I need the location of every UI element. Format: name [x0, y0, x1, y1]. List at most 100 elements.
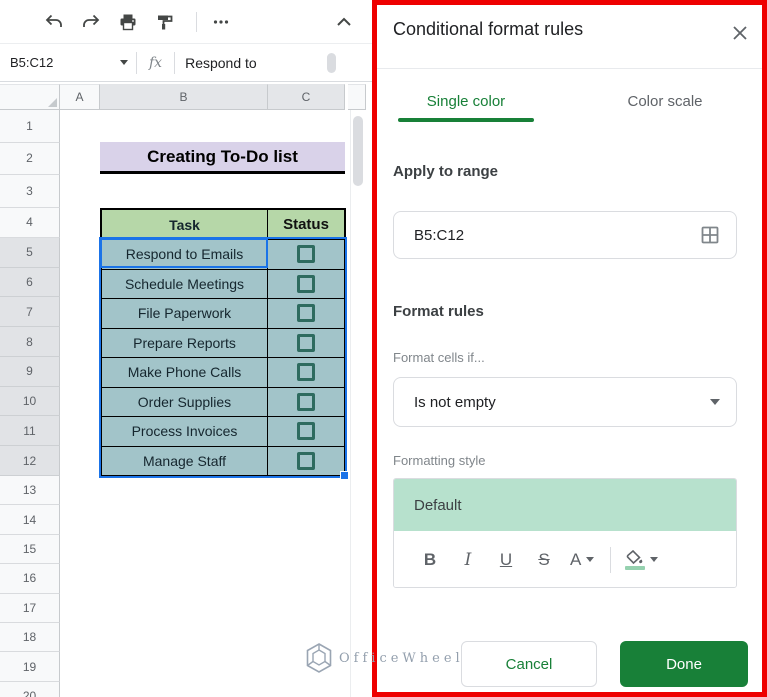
- scrollbar-thumb[interactable]: [353, 116, 363, 186]
- row-header-6[interactable]: 6: [0, 267, 60, 298]
- spreadsheet-area: B5:C12 fx Respond to A B C 1 2 3 4 5 6 7…: [0, 0, 372, 697]
- apply-to-range-label: Apply to range: [393, 163, 499, 180]
- table-row: File Paperwork: [102, 298, 344, 328]
- row-header-20[interactable]: 20: [0, 681, 60, 697]
- redo-icon[interactable]: [79, 10, 103, 34]
- task-cell[interactable]: Prepare Reports: [102, 328, 268, 357]
- row-header-18[interactable]: 18: [0, 622, 60, 653]
- style-preview: Default: [394, 479, 736, 531]
- tab-single-color[interactable]: Single color: [398, 93, 534, 110]
- sheet-vertical-scrollbar[interactable]: [350, 110, 365, 697]
- condition-dropdown[interactable]: Is not empty: [393, 377, 737, 427]
- task-cell[interactable]: Manage Staff: [102, 446, 268, 475]
- column-header-d-sliver[interactable]: [348, 84, 366, 110]
- checkbox-unchecked[interactable]: [297, 274, 315, 293]
- checkbox-unchecked[interactable]: [297, 451, 315, 470]
- close-icon[interactable]: [728, 21, 752, 45]
- table-row: Process Invoices: [102, 416, 344, 446]
- checkbox-unchecked[interactable]: [297, 392, 315, 411]
- more-options-icon[interactable]: [209, 10, 233, 34]
- text-color-glyph: A: [570, 549, 582, 569]
- row-header-14[interactable]: 14: [0, 505, 60, 535]
- task-cell[interactable]: Respond to Emails: [102, 240, 268, 269]
- status-cell: [268, 328, 344, 357]
- row-header-2[interactable]: 2: [0, 142, 60, 176]
- fill-handle[interactable]: [340, 471, 349, 480]
- fill-color-swatch: [625, 565, 646, 570]
- undo-icon[interactable]: [42, 10, 66, 34]
- row-header-13[interactable]: 13: [0, 475, 60, 506]
- name-box-caret-icon[interactable]: [120, 60, 128, 65]
- name-box[interactable]: B5:C12: [0, 44, 136, 81]
- column-header-c[interactable]: C: [268, 84, 345, 110]
- task-cell[interactable]: File Paperwork: [102, 299, 268, 328]
- text-color-button[interactable]: A: [570, 546, 595, 574]
- print-icon[interactable]: [116, 10, 140, 34]
- row-header-5[interactable]: 5: [0, 237, 60, 268]
- row-header-15[interactable]: 15: [0, 534, 60, 565]
- row-header-11[interactable]: 11: [0, 416, 60, 447]
- task-cell[interactable]: Make Phone Calls: [102, 358, 268, 387]
- table-header-row: Task Status: [102, 210, 344, 239]
- active-tab-indicator: [398, 118, 534, 122]
- strikethrough-button[interactable]: S: [532, 546, 556, 574]
- style-toolbar-divider: [610, 546, 612, 573]
- bold-button[interactable]: B: [418, 546, 442, 574]
- checkbox-unchecked[interactable]: [297, 304, 315, 323]
- toolbar-divider: [196, 11, 197, 32]
- formula-bar: B5:C12 fx Respond to: [0, 44, 372, 82]
- column-header-b[interactable]: B: [100, 84, 268, 110]
- row-header-16[interactable]: 16: [0, 564, 60, 594]
- status-cell: [268, 387, 344, 416]
- formula-input[interactable]: Respond to: [175, 55, 257, 71]
- row-header-7[interactable]: 7: [0, 297, 60, 328]
- checkbox-unchecked[interactable]: [297, 245, 315, 264]
- select-range-grid-icon[interactable]: [700, 225, 720, 245]
- row-header-10[interactable]: 10: [0, 386, 60, 417]
- task-cell[interactable]: Order Supplies: [102, 387, 268, 416]
- fill-color-button[interactable]: [625, 546, 659, 574]
- checkbox-unchecked[interactable]: [297, 363, 315, 382]
- sheet-title-cell[interactable]: Creating To-Do list: [100, 142, 345, 174]
- range-input[interactable]: B5:C12: [393, 211, 737, 259]
- checkbox-unchecked[interactable]: [297, 422, 315, 441]
- formatting-style-label: Formatting style: [393, 453, 486, 468]
- fx-icon: fx: [149, 54, 163, 71]
- style-toolbar: B I U S A: [394, 531, 736, 587]
- column-header-a[interactable]: A: [60, 84, 100, 110]
- underline-button[interactable]: U: [494, 546, 518, 574]
- paint-bucket-icon: [625, 549, 646, 570]
- table-row: Respond to Emails: [102, 239, 344, 269]
- row-header-12[interactable]: 12: [0, 446, 60, 476]
- condition-dropdown-value: Is not empty: [414, 393, 496, 411]
- row-header-3[interactable]: 3: [0, 175, 60, 208]
- tab-color-scale[interactable]: Color scale: [607, 93, 723, 110]
- task-cell[interactable]: Schedule Meetings: [102, 269, 268, 298]
- collapse-toolbar-icon[interactable]: [332, 10, 356, 34]
- row-header-4[interactable]: 4: [0, 207, 60, 238]
- row-header-17[interactable]: 17: [0, 593, 60, 623]
- formula-bar-scroll-pill: [327, 53, 336, 73]
- name-box-value: B5:C12: [10, 55, 54, 70]
- format-rules-label: Format rules: [393, 303, 484, 320]
- select-all-corner[interactable]: [0, 84, 60, 110]
- header-cell-status[interactable]: Status: [268, 210, 344, 239]
- checkbox-unchecked[interactable]: [297, 333, 315, 352]
- conditional-format-panel: Conditional format rules Single color Co…: [372, 0, 767, 697]
- row-header-1[interactable]: 1: [0, 110, 60, 143]
- done-button[interactable]: Done: [620, 641, 748, 687]
- paint-format-icon[interactable]: [153, 10, 177, 34]
- table-row: Schedule Meetings: [102, 268, 344, 298]
- task-cell[interactable]: Process Invoices: [102, 417, 268, 446]
- row-header-8[interactable]: 8: [0, 327, 60, 357]
- row-header-9[interactable]: 9: [0, 356, 60, 387]
- cancel-button[interactable]: Cancel: [461, 641, 597, 687]
- sheets-toolbar: [0, 0, 372, 44]
- header-cell-task[interactable]: Task: [102, 210, 268, 239]
- table-row: Order Supplies: [102, 386, 344, 416]
- status-cell: [268, 240, 344, 269]
- italic-button[interactable]: I: [456, 546, 480, 574]
- formatting-style-box: Default B I U S A: [393, 478, 737, 588]
- row-header-19[interactable]: 19: [0, 652, 60, 682]
- chevron-down-icon: [586, 557, 595, 562]
